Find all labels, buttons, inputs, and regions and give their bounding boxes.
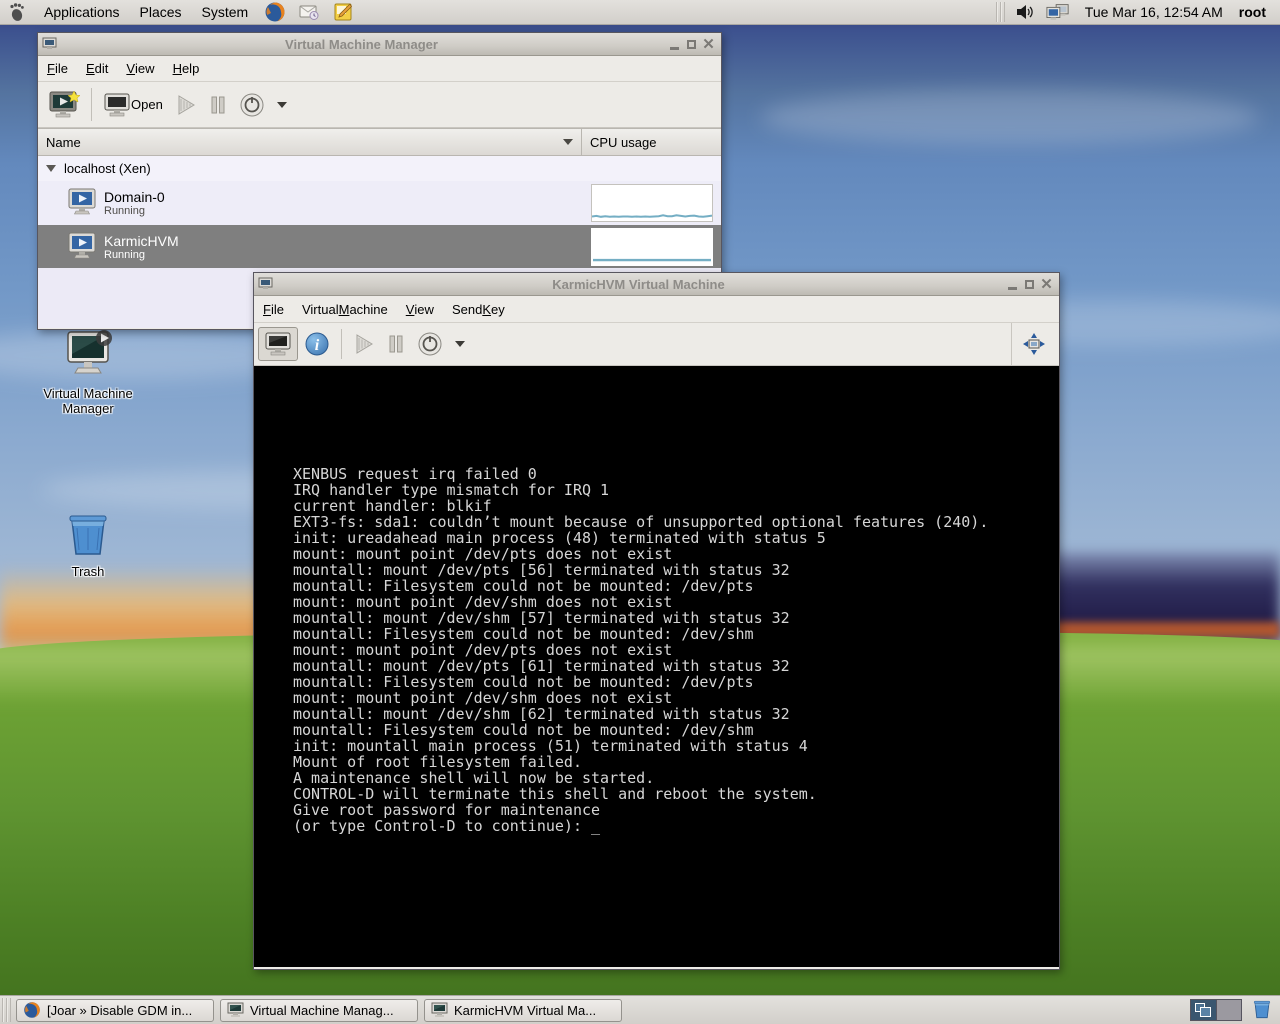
vm-console-window: KarmicHVM Virtual Machine ✕ File Virtual…	[253, 272, 1060, 970]
vmm-menu-help[interactable]: Help	[164, 61, 209, 76]
vm-menu-send-key[interactable]: Send Key	[443, 302, 514, 317]
console-output: XENBUS request irq failed 0 IRQ handler …	[293, 466, 988, 834]
vmm-window-icon	[42, 37, 57, 51]
cpu-sparkline	[591, 184, 713, 222]
vm-window-icon	[258, 277, 273, 291]
shutdown-menu-caret[interactable]	[455, 341, 465, 347]
taskbar-button-karmichvm[interactable]: KarmicHVM Virtual Ma...	[424, 999, 622, 1022]
vm-status: Running	[104, 249, 582, 261]
desktop-icon-label: Virtual Machine Manager	[28, 386, 148, 416]
console-view-button[interactable]	[258, 327, 298, 361]
vm-table-header: Name CPU usage	[38, 128, 721, 156]
vmm-menubar: File Edit View Help	[38, 56, 721, 82]
desktop-icon-label: Trash	[28, 564, 148, 579]
desktop: Applications Places System Tue Mar 16, 1…	[0, 0, 1280, 1024]
top-panel: Applications Places System Tue Mar 16, 1…	[0, 0, 1280, 25]
vm-menu-file[interactable]: File	[254, 302, 293, 317]
panel-handle[interactable]	[996, 2, 1005, 22]
run-button-disabled[interactable]	[169, 89, 203, 121]
desktop-icon-vmm[interactable]: Virtual Machine Manager	[28, 330, 148, 416]
cpu-sparkline	[591, 228, 713, 266]
run-button-disabled[interactable]	[347, 328, 381, 360]
vm-window-title: KarmicHVM Virtual Machine	[273, 277, 1004, 292]
maximize-button[interactable]	[1021, 276, 1038, 293]
text-editor-launcher-icon[interactable]	[331, 0, 355, 24]
trash-desktop-icon-image	[65, 510, 111, 558]
host-label: localhost (Xen)	[64, 161, 151, 176]
vm-row-domain0[interactable]: Domain-0 Running	[38, 181, 721, 225]
svg-text:i: i	[315, 337, 320, 354]
minimize-button[interactable]	[666, 36, 683, 53]
trash-applet-icon[interactable]	[1252, 998, 1272, 1023]
vmm-menu-view[interactable]: View	[117, 61, 163, 76]
taskbar-button-firefox[interactable]: [Joar » Disable GDM in...	[16, 999, 214, 1022]
shutdown-menu-caret[interactable]	[277, 102, 287, 108]
details-info-button[interactable]: i	[298, 327, 336, 361]
network-monitors-icon[interactable]	[1046, 0, 1070, 24]
vm-menu-view[interactable]: View	[397, 302, 443, 317]
expander-icon[interactable]	[46, 165, 56, 172]
menu-places[interactable]: Places	[130, 0, 192, 25]
vmm-desktop-icon-image	[62, 330, 114, 380]
new-vm-button[interactable]	[42, 86, 86, 124]
host-row-localhost[interactable]: localhost (Xen)	[38, 156, 721, 181]
gnome-foot-icon[interactable]	[5, 0, 29, 24]
vm-icon	[38, 232, 104, 262]
vmm-toolbar: Open	[38, 82, 721, 128]
vm-row-karmichvm[interactable]: KarmicHVM Running	[38, 225, 721, 268]
vm-name: Domain-0	[104, 189, 582, 205]
taskbar-button-vmm[interactable]: Virtual Machine Manag...	[220, 999, 418, 1022]
vm-toolbar: i	[254, 323, 1059, 366]
vm-name: KarmicHVM	[104, 233, 582, 249]
user-indicator[interactable]: root	[1233, 4, 1280, 20]
menu-applications[interactable]: Applications	[34, 0, 130, 25]
workspace-1[interactable]	[1191, 1000, 1216, 1020]
shutdown-button[interactable]	[411, 327, 449, 361]
workspace-2[interactable]	[1216, 1000, 1241, 1020]
vm-titlebar[interactable]: KarmicHVM Virtual Machine ✕	[254, 273, 1059, 296]
workspace-switcher[interactable]	[1190, 999, 1242, 1021]
vm-status: Running	[104, 205, 582, 217]
vm-menubar: File Virtual Machine View Send Key	[254, 296, 1059, 323]
menu-system[interactable]: System	[192, 0, 259, 25]
pause-button-disabled[interactable]	[203, 90, 233, 120]
firefox-icon	[23, 1001, 41, 1019]
window-icon	[227, 1002, 244, 1018]
firefox-launcher-icon[interactable]	[263, 0, 287, 24]
guest-console-screen[interactable]: XENBUS request irq failed 0 IRQ handler …	[254, 366, 1059, 967]
clock[interactable]: Tue Mar 16, 12:54 AM	[1075, 4, 1233, 20]
close-button[interactable]: ✕	[1038, 276, 1055, 293]
vm-icon	[38, 188, 104, 218]
shutdown-button[interactable]	[233, 88, 271, 122]
close-button[interactable]: ✕	[700, 36, 717, 53]
vmm-window-title: Virtual Machine Manager	[57, 37, 666, 52]
bottom-panel: [Joar » Disable GDM in... Virtual Machin…	[0, 995, 1280, 1024]
desktop-icon-trash[interactable]: Trash	[28, 510, 148, 579]
column-header-name[interactable]: Name	[38, 129, 582, 155]
volume-icon[interactable]	[1012, 0, 1036, 24]
email-launcher-icon[interactable]	[297, 0, 321, 24]
vm-menu-virtual-machine[interactable]: Virtual Machine	[293, 302, 397, 317]
window-icon	[431, 1002, 448, 1018]
open-button[interactable]: Open	[97, 88, 169, 122]
pause-button-disabled[interactable]	[381, 329, 411, 359]
maximize-button[interactable]	[683, 36, 700, 53]
fullscreen-button[interactable]	[1011, 323, 1055, 365]
minimize-button[interactable]	[1004, 276, 1021, 293]
column-header-cpu[interactable]: CPU usage	[582, 129, 721, 155]
vmm-menu-edit[interactable]: Edit	[77, 61, 117, 76]
sort-descending-icon	[563, 139, 573, 145]
vmm-titlebar[interactable]: Virtual Machine Manager ✕	[38, 33, 721, 56]
open-button-label: Open	[131, 97, 163, 112]
vmm-menu-file[interactable]: File	[38, 61, 77, 76]
panel-handle[interactable]	[2, 998, 11, 1022]
